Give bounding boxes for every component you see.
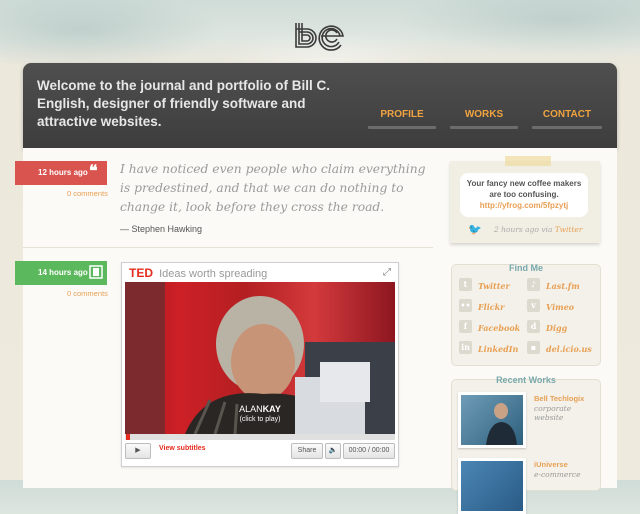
social-delicious[interactable]: ▪ del.icio.us [527,341,592,354]
ted-tagline: Ideas worth spreading [159,268,268,280]
welcome-text: Welcome to the journal and portfolio of … [37,78,330,129]
work-title[interactable]: iUniverse [534,460,568,469]
quote-author: — Stephen Hawking [120,224,203,234]
work-thumbnail[interactable] [458,458,526,514]
nav-works-link[interactable]: WORKS [450,107,518,120]
post-timestamp[interactable]: 12 hours ago ❝ [15,161,107,185]
digg-icon: d [527,320,540,333]
social-linkedin[interactable]: in LinkedIn [459,341,519,354]
divider [23,247,433,248]
social-facebook[interactable]: f Facebook [459,320,521,333]
video-progress-bar[interactable] [125,434,395,440]
twitter-icon: t [459,278,472,291]
delicious-icon: ▪ [527,341,540,354]
timestamp-text: 12 hours ago [38,168,88,177]
lastfm-icon: ♪ [527,278,540,291]
bird-icon: 🐦 [468,224,482,236]
twitter-widget: Your fancy new coffee makers are too con… [450,156,600,243]
social-label: Vimeo [546,302,574,312]
tweet-time: 2 hours ago via [494,225,553,234]
timestamp-text: 14 hours ago [38,268,88,277]
tape-decoration [505,156,551,166]
social-label: del.icio.us [546,344,592,354]
find-me-title: Find Me [509,263,543,273]
work-thumbnail[interactable] [458,392,526,448]
logo-icon[interactable] [293,20,347,52]
volume-icon[interactable]: 🔈 [325,443,341,459]
social-label: Twitter [478,281,510,291]
social-label: Facebook [478,323,521,333]
comments-link[interactable]: 0 comments [67,189,108,198]
work-image [486,403,517,445]
tweet-link[interactable]: http://yfrog.com/5fpzytj [460,200,588,211]
tweet-text: Your fancy new coffee makers are too con… [466,179,582,199]
post-timestamp[interactable]: 14 hours ago [15,261,107,285]
film-icon [89,265,103,279]
site-header: Welcome to the journal and portfolio of … [23,63,617,148]
time-display: 00:00 / 00:00 [343,443,395,459]
click-hint: (click to play) [239,416,281,423]
linkedin-icon: in [459,341,472,354]
tweet-meta: 2 hours ago via Twitter [494,225,582,234]
social-flickr[interactable]: •• Flickr [459,299,505,312]
social-label: LinkedIn [478,344,519,354]
post-quote: I have noticed even people who claim eve… [120,162,426,214]
ted-header: TED Ideas worth spreading [129,266,267,280]
find-me-panel: Find Me t Twitter ♪ Last.fm •• Flickr v Vime… [451,263,601,366]
nav-works[interactable]: WORKS [450,107,518,129]
recent-works-panel: Recent Works Bell Techlogix corporate we… [451,375,601,514]
share-button[interactable]: Share [291,443,323,459]
nav-underline [450,126,518,129]
comments-link[interactable]: 0 comments [67,289,108,298]
social-label: Digg [546,323,568,333]
main-content: 12 hours ago ❝ 0 comments I have noticed… [15,148,617,514]
progress-handle[interactable] [126,434,130,440]
speaker-last-name: KAY [262,404,281,414]
social-label: Flickr [478,302,505,312]
social-lastfm[interactable]: ♪ Last.fm [527,278,580,291]
fullscreen-icon[interactable]: ⤢ [383,267,391,278]
nav-profile-link[interactable]: PROFILE [368,107,436,120]
nav-underline [368,126,436,129]
social-label: Last.fm [546,281,580,291]
video-player[interactable]: TED Ideas worth spreading ⤢ ALANKAY (cli… [121,262,399,467]
work-subtitle: corporate website [534,404,572,422]
video-controls: ▶ View subtitles Share 🔈 00:00 / 00:00 [125,443,395,461]
nav-contact-link[interactable]: CONTACT [532,107,602,120]
recent-works-title: Recent Works [496,375,556,385]
video-caption: ALANKAY (click to play) [230,405,290,424]
work-title[interactable]: Bell Techlogix [534,394,584,403]
tweet-source-link[interactable]: Twitter [555,225,583,234]
social-digg[interactable]: d Digg [527,320,568,333]
subtitles-link[interactable]: View subtitles [159,445,206,452]
tweet-bubble: Your fancy new coffee makers are too con… [460,173,588,217]
play-button[interactable]: ▶ [125,443,151,459]
social-vimeo[interactable]: v Vimeo [527,299,574,312]
vimeo-icon: v [527,299,540,312]
quote-icon: ❝ [89,163,98,180]
nav-underline [532,126,602,129]
facebook-icon: f [459,320,472,333]
flickr-icon: •• [459,299,472,312]
ted-logo: TED [129,266,153,280]
video-frame[interactable]: ALANKAY (click to play) [125,282,395,434]
social-twitter[interactable]: t Twitter [459,278,510,291]
speaker-first-name: ALAN [239,404,263,414]
work-subtitle: e-commerce [534,470,581,479]
nav-contact[interactable]: CONTACT [532,107,602,129]
nav-profile[interactable]: PROFILE [368,107,436,129]
